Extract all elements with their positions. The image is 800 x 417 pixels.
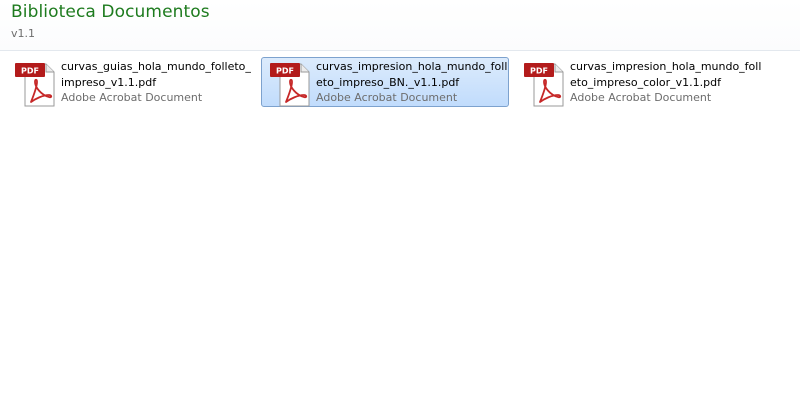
library-version: v1.1: [11, 27, 36, 40]
file-type: Adobe Acrobat Document: [61, 91, 203, 104]
file-type: Adobe Acrobat Document: [316, 91, 458, 104]
pdf-file-icon: PDF: [13, 60, 57, 108]
pdf-file-icon: PDF: [522, 60, 566, 108]
file-item[interactable]: PDF curvas_impresion_hola_mundo_folleto_…: [515, 57, 763, 107]
library-title: Biblioteca Documentos: [11, 2, 210, 22]
pdf-file-icon: PDF: [268, 60, 312, 108]
file-name: curvas_impresion_hola_mundo_folleto_impr…: [570, 60, 762, 89]
file-name: curvas_guias_hola_mundo_folleto_impreso_…: [61, 60, 251, 89]
file-type: Adobe Acrobat Document: [570, 91, 712, 104]
file-item[interactable]: PDF curvas_guias_hola_mundo_folleto_impr…: [6, 57, 254, 107]
file-item-selected[interactable]: PDF curvas_impresion_hola_mundo_folleto_…: [261, 57, 509, 107]
file-name: curvas_impresion_hola_mundo_folleto_impr…: [316, 60, 508, 89]
svg-text:PDF: PDF: [530, 67, 548, 76]
svg-text:PDF: PDF: [276, 67, 294, 76]
library-header: Biblioteca Documentos v1.1: [0, 0, 800, 51]
svg-text:PDF: PDF: [21, 67, 39, 76]
